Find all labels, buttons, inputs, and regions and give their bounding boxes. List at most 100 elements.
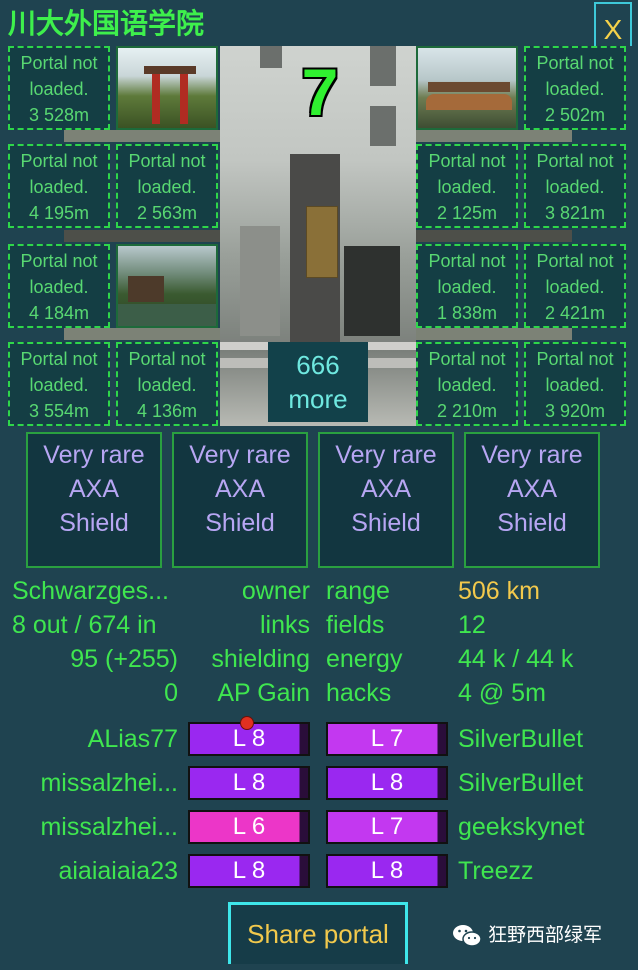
resonator-owner-left[interactable]: missalzhei... <box>12 765 178 801</box>
mod-type: Shield <box>59 509 129 537</box>
link-strip <box>64 230 220 242</box>
portal-status: loaded. <box>437 375 497 395</box>
resonator-level: L 8 <box>232 857 266 884</box>
linked-portal[interactable]: Portal not loaded. 2 421m <box>524 244 626 328</box>
portal-distance: 2 421m <box>544 303 606 323</box>
ap-gain-value: 0 <box>164 679 178 707</box>
link-strip <box>416 130 572 142</box>
ap-gain-label: AP Gain <box>217 679 310 707</box>
portal-status: loaded. <box>437 277 497 297</box>
linked-portal[interactable]: Portal not loaded. 3 821m <box>524 144 626 228</box>
close-button[interactable]: X <box>594 2 632 46</box>
portal-status: Portal not <box>536 349 614 369</box>
owner-label: owner <box>241 577 310 605</box>
links-value: 8 out / 674 in <box>12 611 157 639</box>
portal-status: Portal not <box>428 349 506 369</box>
linked-portal[interactable]: Portal not loaded. 2 502m <box>524 46 626 130</box>
portal-status: Portal not <box>428 151 506 171</box>
resonator-right[interactable]: L 7 <box>326 722 448 756</box>
resonator-left[interactable]: L 8 <box>188 854 310 888</box>
portal-status: loaded. <box>545 177 605 197</box>
resonator-owner-right[interactable]: SilverBullet <box>458 765 583 801</box>
resonator-left[interactable]: L 6 <box>188 810 310 844</box>
resonator-level: L 8 <box>370 857 404 884</box>
portal-status: Portal not <box>128 151 206 171</box>
mod-slot-3[interactable]: Very rare AXA Shield <box>318 432 454 568</box>
fields-label: fields <box>326 611 385 639</box>
portal-distance: 3 528m <box>28 105 90 125</box>
bridge <box>426 94 512 110</box>
watermark: 狂野西部绿军 <box>452 918 602 952</box>
linked-portal[interactable]: Portal not loaded. 4 136m <box>116 342 218 426</box>
links-label: links <box>259 611 310 639</box>
resonator-right[interactable]: L 8 <box>326 854 448 888</box>
gate-pillar <box>240 226 280 336</box>
resonator-level: L 8 <box>370 769 404 796</box>
portal-distance: 2 563m <box>136 203 198 223</box>
resonator-right[interactable]: L 8 <box>326 766 448 800</box>
owner-value[interactable]: Schwarzges... <box>12 574 169 608</box>
linked-portal[interactable]: Portal not loaded. 3 554m <box>8 342 110 426</box>
mod-slot-2[interactable]: Very rare AXA Shield <box>172 432 308 568</box>
resonator-owner-left[interactable]: aiaiaiaia23 <box>12 853 178 889</box>
mod-rarity: Very rare <box>481 441 583 469</box>
building-window <box>260 46 282 68</box>
resonator-owner-right[interactable]: SilverBullet <box>458 721 583 757</box>
linked-portal[interactable]: Portal not loaded. 2 125m <box>416 144 518 228</box>
resonator-level: L 7 <box>370 725 404 752</box>
mod-slot-1[interactable]: Very rare AXA Shield <box>26 432 162 568</box>
hacks-label: hacks <box>326 679 392 707</box>
mod-rarity: Very rare <box>335 441 437 469</box>
resonator-left[interactable]: L 8 <box>188 766 310 800</box>
portal-distance: 4 136m <box>136 401 198 421</box>
portal-level: 7 <box>301 55 339 129</box>
building-window <box>370 46 396 86</box>
share-portal-button[interactable]: Share portal <box>228 902 408 964</box>
resonator-owner-left[interactable]: missalzhei... <box>12 809 178 845</box>
resonator-owner-right[interactable]: geekskynet <box>458 809 584 845</box>
mod-slot-4[interactable]: Very rare AXA Shield <box>464 432 600 568</box>
building-door <box>344 246 400 336</box>
portal-status: Portal not <box>20 151 98 171</box>
link-strip <box>416 328 572 340</box>
gate-plaque <box>306 206 338 278</box>
link-strip <box>416 230 572 242</box>
mod-name: AXA <box>214 475 266 503</box>
portal-status: Portal not <box>20 349 98 369</box>
link-strip <box>64 328 220 340</box>
more-links-button[interactable]: 666 more <box>268 342 368 422</box>
linked-portal[interactable]: Portal not loaded. 4 184m <box>8 244 110 328</box>
portal-status: loaded. <box>437 177 497 197</box>
linked-portal[interactable]: Portal not loaded. 1 838m <box>416 244 518 328</box>
portal-status: Portal not <box>128 349 206 369</box>
mod-name: AXA <box>506 475 558 503</box>
portal-status: loaded. <box>29 277 89 297</box>
resonator-right[interactable]: L 7 <box>326 810 448 844</box>
resonator-owner-right[interactable]: Treezz <box>458 853 533 889</box>
linked-portal-thumbnail[interactable] <box>116 244 218 328</box>
fields-value: 12 <box>458 611 486 639</box>
linked-portal[interactable]: Portal not loaded. 2 563m <box>116 144 218 228</box>
portal-status: Portal not <box>536 53 614 73</box>
wechat-icon <box>453 924 482 947</box>
portal-distance: 2 502m <box>544 105 606 125</box>
linked-portal[interactable]: Portal not loaded. 3 528m <box>8 46 110 130</box>
mod-type: Shield <box>351 509 421 537</box>
portal-distance: 2 210m <box>436 401 498 421</box>
bridge-roof <box>428 82 510 92</box>
portal-distance: 1 838m <box>436 303 498 323</box>
building-window <box>370 106 396 146</box>
link-strip <box>64 130 220 142</box>
linked-portal-thumbnail[interactable] <box>116 46 218 130</box>
portal-distance: 4 184m <box>28 303 90 323</box>
mod-rarity: Very rare <box>43 441 145 469</box>
linked-portal-thumbnail[interactable] <box>416 46 518 130</box>
resonator-owner-left[interactable]: ALias77 <box>12 721 178 757</box>
portal-status: loaded. <box>545 79 605 99</box>
portal-status: Portal not <box>428 251 506 271</box>
gate-pillar <box>180 72 188 124</box>
linked-portal[interactable]: Portal not loaded. 2 210m <box>416 342 518 426</box>
linked-portal[interactable]: Portal not loaded. 3 920m <box>524 342 626 426</box>
linked-portal[interactable]: Portal not loaded. 4 195m <box>8 144 110 228</box>
portal-distance: 3 920m <box>544 401 606 421</box>
